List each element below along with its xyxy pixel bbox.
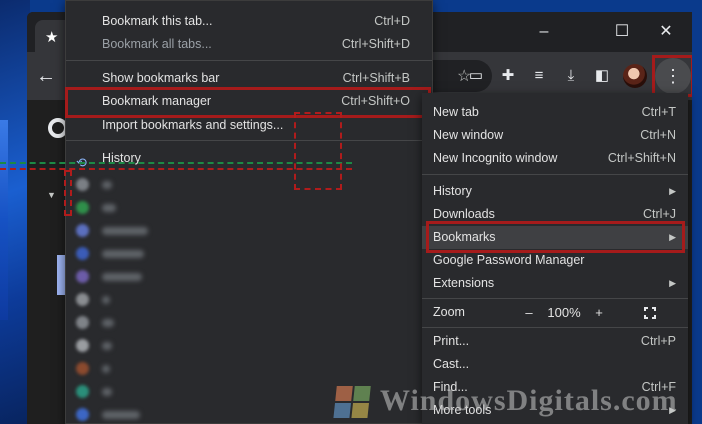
list-item[interactable] (66, 311, 432, 334)
menu-divider (66, 140, 432, 141)
cast-item[interactable]: Cast... (422, 353, 688, 376)
new-window-item[interactable]: New window Ctrl+N (422, 124, 688, 147)
menu-divider (422, 298, 688, 299)
shortcut-label: Ctrl+P (640, 334, 676, 348)
shortcut-label: Ctrl+Shift+N (607, 151, 676, 165)
shortcut-label: Ctrl+D (374, 14, 410, 28)
desktop-strip (0, 120, 8, 320)
shortcut-label: Ctrl+N (640, 128, 676, 142)
print-item[interactable]: Print... Ctrl+P (422, 330, 688, 353)
media-playlist-icon[interactable]: ≡ (527, 64, 551, 88)
list-item[interactable] (66, 288, 432, 311)
menu-item-label: History (433, 184, 472, 198)
menu-item-label: Import bookmarks and settings... (102, 118, 284, 132)
shortcut-label: Ctrl+Shift+D (341, 37, 410, 51)
list-item[interactable] (66, 380, 432, 403)
list-item[interactable] (66, 357, 432, 380)
menu-item-label: Extensions (433, 276, 495, 290)
extensions-item[interactable]: Extensions ▶ (422, 272, 688, 295)
password-manager-item[interactable]: Google Password Manager (422, 249, 688, 272)
bookmark-this-tab-item[interactable]: Bookmark this tab... Ctrl+D (66, 10, 432, 33)
new-incognito-item[interactable]: New Incognito window Ctrl+Shift+N (422, 147, 688, 170)
arrow-left-icon[interactable]: ← (36, 65, 56, 88)
history-menu-item[interactable]: History ▶ (422, 180, 688, 203)
profile-avatar-icon[interactable] (623, 64, 647, 88)
menu-divider (66, 60, 432, 61)
maximize-button[interactable]: ☐ (602, 18, 642, 46)
star-icon: ★ (45, 29, 59, 46)
caret-down-icon[interactable]: ▼ (47, 190, 56, 200)
download-icon[interactable]: ⤓ (559, 64, 583, 88)
list-item[interactable] (66, 196, 432, 219)
list-item[interactable] (66, 265, 432, 288)
menu-item-label: Bookmark this tab... (102, 14, 213, 28)
menu-item-label: Cast... (433, 357, 470, 371)
zoom-label: Zoom (433, 305, 465, 319)
new-tab-item[interactable]: New tab Ctrl+T (422, 101, 688, 124)
side-panel-icon[interactable]: ◧ (590, 64, 614, 88)
minimize-button[interactable]: – (524, 18, 564, 46)
guide-box (294, 112, 342, 190)
watermark-text: WindowsDigitals.com (380, 384, 678, 417)
menu-item-label: New Incognito window (433, 151, 558, 165)
windows-logo-icon (333, 386, 373, 420)
menu-item-label: Google Password Manager (433, 253, 585, 267)
menu-item-label: History (102, 151, 141, 165)
menu-divider (422, 174, 688, 175)
menu-item-label: New window (433, 128, 504, 142)
menu-divider (422, 327, 688, 328)
zoom-row: Zoom – 100% + (422, 301, 688, 324)
chevron-right-icon: ▶ (669, 278, 676, 288)
list-item[interactable] (66, 242, 432, 265)
menu-item-label: Bookmark all tabs... (102, 37, 212, 51)
bookmark-all-tabs-item[interactable]: Bookmark all tabs... Ctrl+Shift+D (66, 33, 432, 56)
list-item[interactable] (66, 334, 432, 357)
menu-item-label: Print... (433, 334, 470, 348)
fullscreen-icon[interactable] (644, 307, 656, 319)
list-item[interactable] (66, 219, 432, 242)
menu-button-highlight (652, 55, 692, 97)
puzzle-extensions-icon[interactable]: ✚ (496, 64, 520, 88)
import-bookmarks-item[interactable]: Import bookmarks and settings... (66, 114, 432, 137)
chat-icon[interactable]: ▭ (464, 64, 488, 88)
menu-item-label: New tab (433, 105, 479, 119)
history-item[interactable]: ⟲ History (66, 147, 432, 170)
zoom-in-button[interactable]: + (592, 301, 606, 324)
zoom-level: 100% (547, 305, 581, 320)
bookmarks-submenu: Bookmark this tab... Ctrl+D Bookmark all… (65, 0, 433, 424)
list-item[interactable] (66, 173, 432, 196)
chrome-menu: New tab Ctrl+T New window Ctrl+N New Inc… (422, 93, 688, 424)
close-button[interactable]: ✕ (646, 18, 686, 46)
zoom-out-button[interactable]: – (522, 301, 536, 324)
list-item[interactable] (66, 403, 432, 424)
guide-box (64, 170, 72, 216)
chevron-right-icon: ▶ (669, 186, 676, 196)
shortcut-label: Ctrl+T (641, 105, 676, 119)
